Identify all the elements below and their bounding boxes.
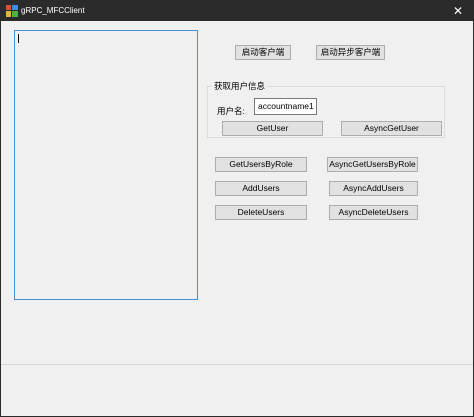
async-get-user-button[interactable]: AsyncGetUser	[341, 121, 442, 136]
username-label: 用户名:	[217, 106, 245, 116]
start-client-button[interactable]: 启动客户端	[235, 45, 291, 60]
delete-users-button[interactable]: DeleteUsers	[215, 205, 307, 220]
username-input[interactable]: accountname1	[254, 98, 317, 115]
app-window: gRPC_MFCClient ✕ 启动客户端 启动异步客户端 获取用户信息 用户…	[0, 0, 474, 417]
app-icon	[6, 5, 18, 17]
close-icon[interactable]: ✕	[443, 1, 473, 21]
add-users-button[interactable]: AddUsers	[215, 181, 307, 196]
log-output-box[interactable]	[14, 30, 198, 300]
window-title: gRPC_MFCClient	[21, 6, 85, 15]
text-caret	[18, 34, 19, 43]
get-user-button[interactable]: GetUser	[222, 121, 323, 136]
title-bar[interactable]: gRPC_MFCClient ✕	[1, 1, 473, 21]
async-get-users-by-role-button[interactable]: AsyncGetUsersByRole	[327, 157, 418, 172]
get-users-by-role-button[interactable]: GetUsersByRole	[215, 157, 307, 172]
start-async-client-button[interactable]: 启动异步客户端	[316, 45, 385, 60]
divider-line	[1, 364, 473, 365]
client-area: 启动客户端 启动异步客户端 获取用户信息 用户名: accountname1 G…	[1, 21, 473, 416]
async-delete-users-button[interactable]: AsyncDeleteUsers	[329, 205, 418, 220]
async-add-users-button[interactable]: AsyncAddUsers	[329, 181, 418, 196]
user-info-group-title: 获取用户信息	[212, 80, 268, 92]
